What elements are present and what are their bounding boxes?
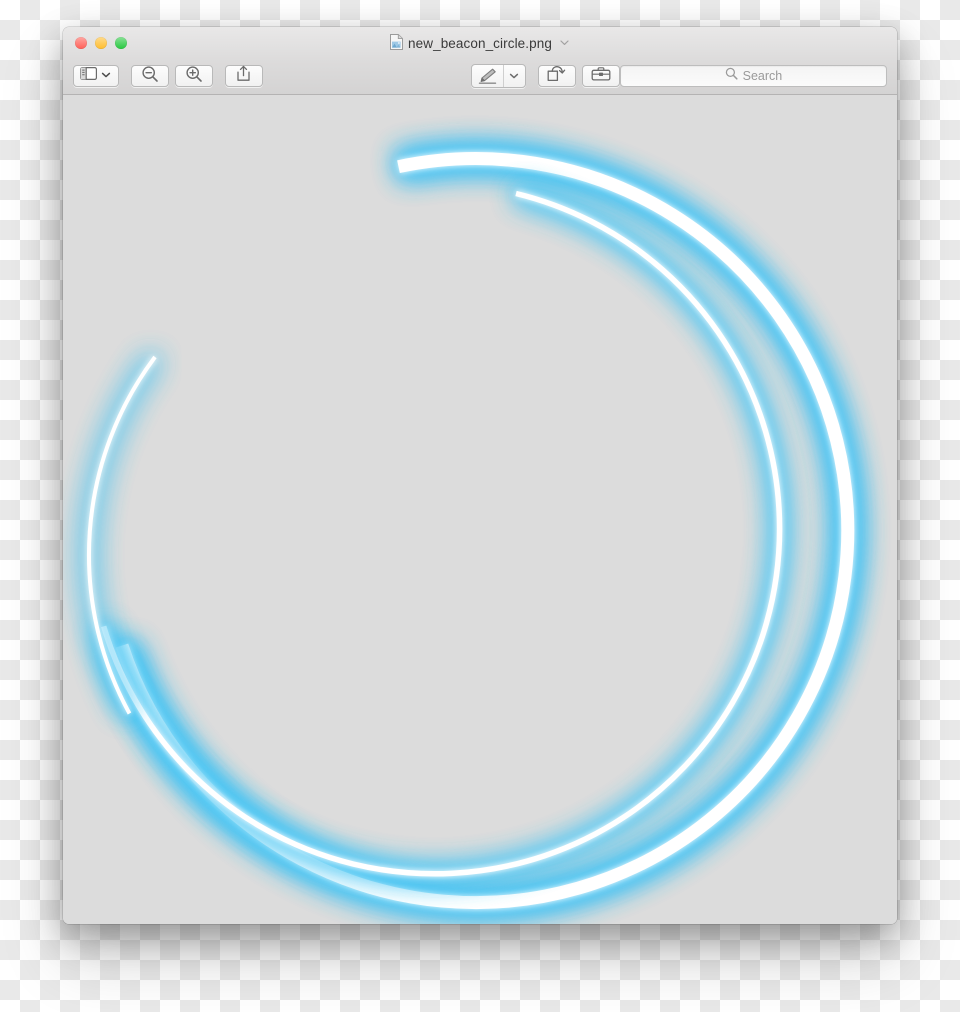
pen-markup-icon[interactable] bbox=[472, 65, 503, 87]
rotate-left-button[interactable] bbox=[537, 65, 576, 87]
close-button[interactable] bbox=[75, 37, 87, 49]
window-chrome: new_beacon_circle.png Search bbox=[63, 27, 897, 95]
rotate-left-icon bbox=[547, 65, 566, 87]
window-title-text: new_beacon_circle.png bbox=[408, 35, 552, 51]
magnifier-minus-icon bbox=[141, 65, 159, 88]
minimize-button[interactable] bbox=[95, 37, 107, 49]
share-up-arrow-icon bbox=[236, 65, 251, 87]
zoom-out-button[interactable] bbox=[130, 65, 169, 88]
title-chevron-down-icon[interactable] bbox=[559, 36, 570, 51]
search-input[interactable]: Search bbox=[743, 69, 783, 83]
preview-window: new_beacon_circle.png Search bbox=[63, 27, 897, 924]
toolbox-icon bbox=[591, 66, 611, 87]
share-button[interactable] bbox=[224, 65, 263, 87]
sidebar-chevron-down-icon[interactable] bbox=[101, 67, 111, 85]
toolbox-button[interactable] bbox=[581, 65, 620, 87]
magnifier-plus-icon bbox=[185, 65, 203, 88]
beacon-circle-artwork bbox=[81, 143, 863, 918]
maximize-button[interactable] bbox=[115, 37, 127, 49]
search-icon bbox=[725, 67, 738, 85]
png-document-icon bbox=[390, 33, 404, 53]
markup-chevron-down-icon[interactable] bbox=[502, 65, 525, 87]
traffic-light-group bbox=[75, 37, 127, 49]
markup-toolbar-button[interactable] bbox=[470, 64, 526, 88]
toolbar: Search bbox=[63, 57, 897, 95]
zoom-in-button[interactable] bbox=[174, 65, 213, 88]
search-field[interactable]: Search bbox=[619, 65, 887, 87]
sidebar-icon bbox=[80, 67, 98, 85]
window-title-bar: new_beacon_circle.png bbox=[63, 33, 897, 53]
sidebar-toggle-button[interactable] bbox=[73, 65, 119, 87]
image-canvas bbox=[63, 95, 897, 924]
